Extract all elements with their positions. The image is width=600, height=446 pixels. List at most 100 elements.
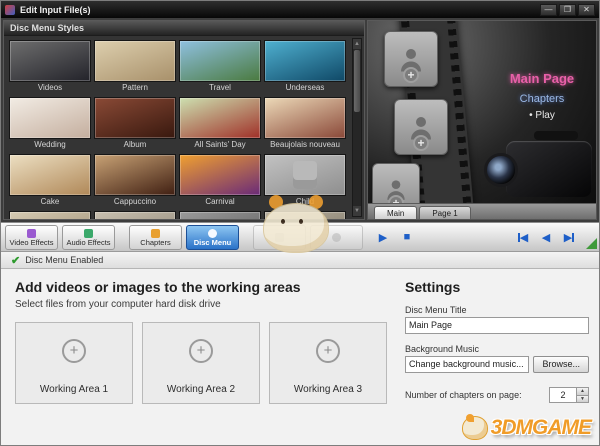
style-thumbnail-image[interactable]: [9, 97, 91, 139]
style-thumbnail-label: Cappuccino: [94, 196, 176, 208]
style-thumbnail-image[interactable]: [94, 154, 176, 196]
style-thumbnail-image[interactable]: [94, 97, 176, 139]
style-thumbnail[interactable]: Child: [264, 154, 346, 208]
style-thumbnail[interactable]: [264, 211, 346, 219]
resize-grip-icon[interactable]: [586, 238, 597, 249]
edit-input-files-window: Edit Input File(s) — ❐ ✕ Disc Menu Style…: [0, 0, 600, 446]
add-plus-icon: +: [62, 339, 86, 363]
style-thumbnail-label: Wedding: [9, 139, 91, 151]
style-thumbnail-image[interactable]: [264, 211, 346, 219]
disc-menu-styles-panel: Disc Menu Styles Videos Pattern Travel U…: [3, 20, 365, 220]
style-thumbnail[interactable]: Beaujolais nouveau: [264, 97, 346, 151]
close-button[interactable]: ✕: [578, 4, 595, 16]
working-area-label: Working Area 1: [16, 384, 132, 395]
styles-thumbnail-grid: Videos Pattern Travel Underseas Wedding …: [9, 40, 348, 219]
effect-tab: [253, 225, 306, 250]
minimize-button[interactable]: —: [540, 4, 557, 16]
style-thumbnail-image[interactable]: [9, 40, 91, 82]
style-thumbnail[interactable]: Travel: [179, 40, 261, 94]
effect-tab-label: Audio Effects: [66, 239, 110, 247]
disabled-tab-icon: [275, 233, 284, 242]
placeholder-avatar: +: [394, 99, 448, 155]
play-button[interactable]: ▶: [373, 227, 393, 247]
skip-forward-button[interactable]: ▶: [559, 227, 579, 247]
chapters-count-value[interactable]: 2: [550, 388, 576, 402]
style-thumbnail[interactable]: [179, 211, 261, 219]
style-thumbnail[interactable]: Videos: [9, 40, 91, 94]
chapters-count-stepper[interactable]: 2 ▲ ▼: [549, 387, 589, 403]
style-thumbnail[interactable]: All Saints' Day: [179, 97, 261, 151]
style-thumbnail-image[interactable]: [264, 40, 346, 82]
style-thumbnail[interactable]: Cake: [9, 154, 91, 208]
working-area-label: Working Area 3: [270, 384, 386, 395]
style-thumbnail-image[interactable]: [264, 154, 346, 196]
effect-tab: [310, 225, 363, 250]
styles-panel-header: Disc Menu Styles: [4, 21, 364, 36]
disc-menu-title-input[interactable]: [405, 317, 589, 334]
tab-main[interactable]: Main: [374, 206, 417, 219]
style-thumbnail-label: Pattern: [94, 82, 176, 94]
style-thumbnail-label: Beaujolais nouveau: [264, 139, 346, 151]
tab-chapters[interactable]: Chapters: [129, 225, 182, 250]
style-thumbnail-image[interactable]: [179, 40, 261, 82]
style-thumbnail-image[interactable]: [179, 211, 261, 219]
add-plus-icon: +: [189, 339, 213, 363]
disc-menu-title-label: Disc Menu Title: [405, 305, 589, 315]
style-thumbnail-label: All Saints' Day: [179, 139, 261, 151]
working-areas-row: + Working Area 1 + Working Area 2 + Work…: [15, 322, 387, 404]
disc-menu-enabled-check-icon[interactable]: ✔: [11, 254, 20, 267]
style-thumbnail-image[interactable]: [179, 154, 261, 196]
app-icon: [5, 5, 15, 15]
stepper-up-icon[interactable]: ▲: [577, 388, 588, 395]
style-thumbnail[interactable]: Carnival: [179, 154, 261, 208]
style-thumbnail[interactable]: Album: [94, 97, 176, 151]
maximize-button[interactable]: ❐: [559, 4, 576, 16]
thumbnails-scrollbar[interactable]: ▲ ▼: [352, 38, 362, 217]
style-thumbnail[interactable]: Pattern: [94, 40, 176, 94]
working-areas-column: Add videos or images to the working area…: [15, 279, 387, 445]
tab-page-1[interactable]: Page 1: [419, 206, 470, 219]
chapters-icon: [151, 229, 160, 238]
background-music-input[interactable]: [405, 356, 529, 373]
scroll-down-arrow-icon[interactable]: ▼: [353, 206, 361, 216]
add-plus-icon: +: [316, 339, 340, 363]
bottom-section: Add videos or images to the working area…: [1, 269, 599, 445]
title-bar[interactable]: Edit Input File(s) — ❐ ✕: [1, 1, 599, 18]
browse-button[interactable]: Browse...: [533, 356, 589, 373]
disc-menu-icon: [208, 229, 217, 238]
stop-button[interactable]: ■: [397, 227, 417, 247]
style-thumbnail-label: Underseas: [264, 82, 346, 94]
status-row: ✔ Disc Menu Enabled: [1, 252, 599, 269]
style-thumbnail-image[interactable]: [9, 154, 91, 196]
style-thumbnail-image[interactable]: [94, 40, 176, 82]
style-thumbnail[interactable]: [9, 211, 91, 219]
style-thumbnail[interactable]: Wedding: [9, 97, 91, 151]
add-content-plus-icon: +: [413, 135, 429, 151]
style-thumbnail-image[interactable]: [94, 211, 176, 219]
style-thumbnail[interactable]: [94, 211, 176, 219]
placeholder-avatar: +: [372, 163, 420, 204]
style-thumbnail-image[interactable]: [264, 97, 346, 139]
scroll-up-arrow-icon[interactable]: ▲: [353, 39, 361, 49]
placeholder-avatar: +: [384, 31, 438, 87]
disabled-tab-icon: [332, 233, 341, 242]
previous-button[interactable]: ◀: [536, 227, 556, 247]
tab-audio-effects[interactable]: Audio Effects: [62, 225, 115, 250]
audio-effects-icon: [84, 229, 93, 238]
window-title: Edit Input File(s): [20, 5, 538, 15]
video-effects-icon: [27, 229, 36, 238]
style-thumbnail-image[interactable]: [179, 97, 261, 139]
style-thumbnail[interactable]: Cappuccino: [94, 154, 176, 208]
working-area-2[interactable]: + Working Area 2: [142, 322, 260, 404]
style-thumbnail[interactable]: Underseas: [264, 40, 346, 94]
tab-disc-menu[interactable]: Disc Menu: [186, 225, 239, 250]
add-content-plus-icon: +: [403, 67, 419, 83]
style-thumbnail-label: Child: [264, 196, 346, 208]
tab-video-effects[interactable]: Video Effects: [5, 225, 58, 250]
working-area-1[interactable]: + Working Area 1: [15, 322, 133, 404]
skip-back-button[interactable]: ◀: [513, 227, 533, 247]
working-area-3[interactable]: + Working Area 3: [269, 322, 387, 404]
scrollbar-thumb[interactable]: [354, 50, 360, 112]
style-thumbnail-image[interactable]: [9, 211, 91, 219]
stepper-down-icon[interactable]: ▼: [577, 395, 588, 402]
